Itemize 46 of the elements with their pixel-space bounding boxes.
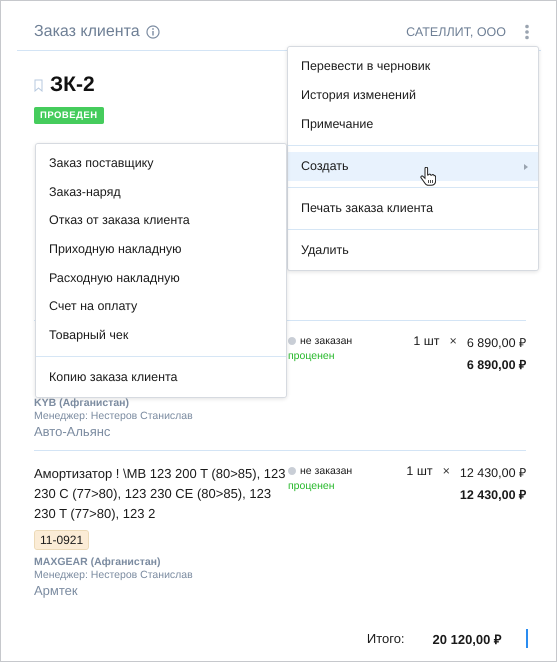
menu-item[interactable]: Печать заказа клиента xyxy=(288,194,538,223)
page-title: Заказ клиента xyxy=(34,23,140,41)
unit-price: 6 890,00 ₽ xyxy=(466,335,526,351)
pricing-status: проценен xyxy=(288,480,336,492)
brand-text: MAXGEAR (Афганистан) xyxy=(34,556,162,568)
quantity: 1 шт xyxy=(406,464,433,480)
hand-cursor-icon xyxy=(420,167,436,186)
multiply-sign: × xyxy=(450,334,457,350)
accent-bar xyxy=(526,629,528,648)
order-status: не заказан xyxy=(300,465,352,477)
quantity: 1 шт xyxy=(413,334,440,350)
more-icon[interactable] xyxy=(524,24,530,40)
total-label: Итого: xyxy=(366,631,405,646)
menu-item[interactable]: Расходную накладную xyxy=(36,264,286,292)
menu-item[interactable]: Приходную накладную xyxy=(36,235,286,264)
bookmark-icon[interactable] xyxy=(34,78,43,92)
multiply-sign: × xyxy=(442,464,450,480)
line-total: 6 890,00 ₽ xyxy=(466,357,526,373)
manager-text: Менеджер: Нестеров Станислав xyxy=(34,410,194,422)
status-badge: ПРОВЕДЕН xyxy=(34,107,104,124)
menu-item[interactable]: Счет на оплату xyxy=(36,292,286,322)
menu-item[interactable]: Перевести в черновик xyxy=(288,52,538,81)
menu-item[interactable]: Копию заказа клиента xyxy=(36,362,286,392)
unit-price: 12 430,00 ₽ xyxy=(460,465,526,481)
menu-item[interactable]: Товарный чек xyxy=(36,321,286,350)
menu-item[interactable]: Примечание xyxy=(288,110,538,139)
menu-item[interactable]: История изменений xyxy=(288,81,538,110)
status-dot-icon xyxy=(288,337,296,345)
menu-item[interactable]: Удалить xyxy=(288,236,538,265)
item-name: Амортизатор ! \MB 123 200 T (80>85), 123 230 C (77>80), 123 230 CE (80>85), 123 230 T (77>80), 123 2 xyxy=(34,465,287,523)
menu-item[interactable]: Отказ от заказа клиента xyxy=(36,206,286,236)
manager-text: Менеджер: Нестеров Станислав xyxy=(34,569,194,581)
brand-text: KYB (Афганистан) xyxy=(34,397,130,409)
company-name: САТЕЛЛИТ, ООО xyxy=(406,25,506,39)
menu-item[interactable]: Заказ-наряд xyxy=(36,178,286,206)
article-tag: 11-0921 xyxy=(34,530,90,550)
status-dot-icon xyxy=(288,467,296,475)
order-status: не заказан xyxy=(300,335,352,347)
menu-item[interactable]: Заказ поставщику xyxy=(36,149,286,178)
caret-icon xyxy=(524,164,528,170)
pricing-status: проценен xyxy=(288,350,336,362)
total-value: 20 120,00 ₽ xyxy=(432,630,502,648)
menu-item[interactable]: Создать xyxy=(288,152,538,181)
order-number: ЗК-2 xyxy=(50,73,95,97)
line-total: 12 430,00 ₽ xyxy=(458,487,526,503)
info-icon[interactable] xyxy=(146,25,160,39)
